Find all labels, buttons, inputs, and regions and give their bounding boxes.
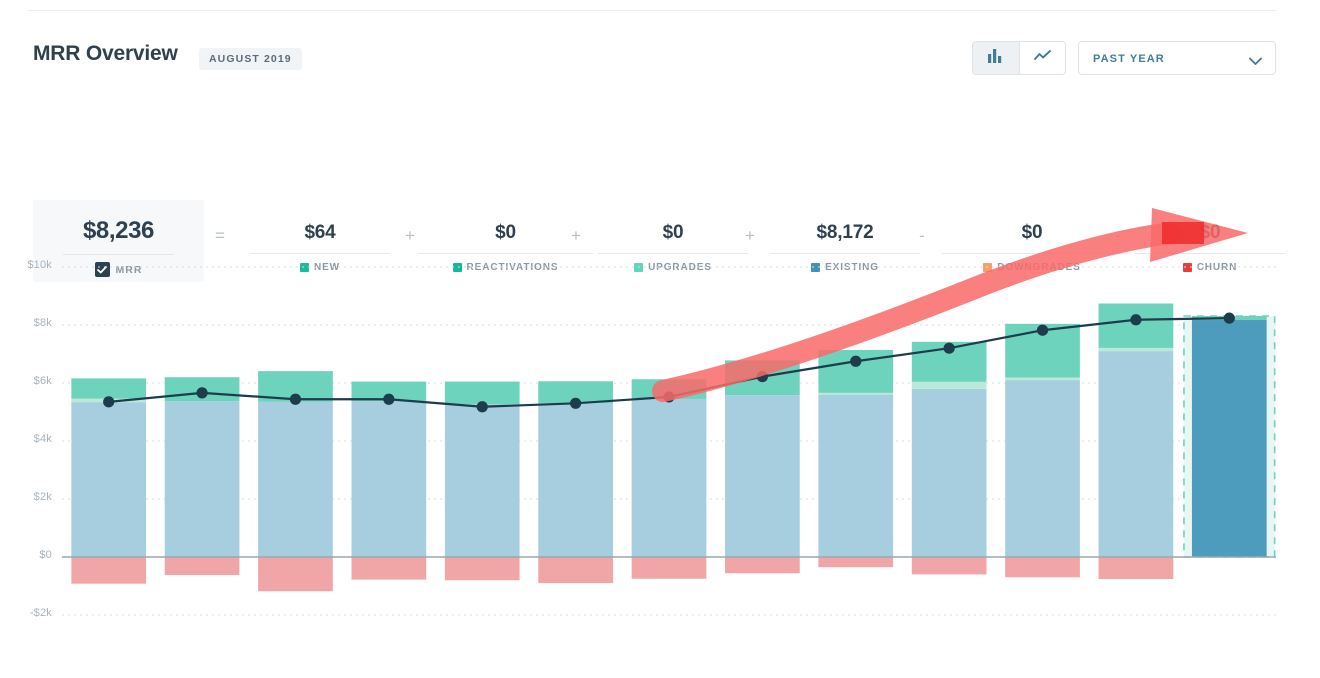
mrr-chart: -$2k $0 $2k $4k $6k $8k $10k xyxy=(0,200,1320,670)
bar-chart-icon xyxy=(988,49,1003,68)
y-axis-tick: $4k xyxy=(6,433,52,445)
line-chart-toggle-button[interactable] xyxy=(1019,42,1065,74)
y-axis-tick: $6k xyxy=(6,375,52,387)
page-header: MRR Overview AUGUST 2019 xyxy=(0,11,1320,79)
chart-canvas xyxy=(0,200,1320,670)
line-chart-icon xyxy=(1034,49,1051,67)
y-axis-tick: -$2k xyxy=(6,607,52,619)
period-badge: AUGUST 2019 xyxy=(199,48,302,70)
y-axis-tick: $0 xyxy=(6,549,52,561)
bar-series[interactable] xyxy=(71,304,1274,592)
page-title: MRR Overview xyxy=(33,42,178,66)
bar-chart-toggle-button[interactable] xyxy=(973,42,1019,74)
mrr-overview-page: MRR Overview AUGUST 2019 xyxy=(0,0,1320,678)
y-axis-tick: $2k xyxy=(6,491,52,503)
date-range-label: PAST YEAR xyxy=(1093,53,1165,65)
date-range-dropdown[interactable]: PAST YEAR xyxy=(1078,41,1276,75)
metrics-strip: $8,236 MRR = $64 NEW + $0 xyxy=(0,100,1320,182)
chart-type-toggle[interactable] xyxy=(972,41,1066,75)
y-axis-tick: $10k xyxy=(6,259,52,271)
chevron-down-icon xyxy=(1249,53,1262,71)
y-axis-tick: $8k xyxy=(6,317,52,329)
